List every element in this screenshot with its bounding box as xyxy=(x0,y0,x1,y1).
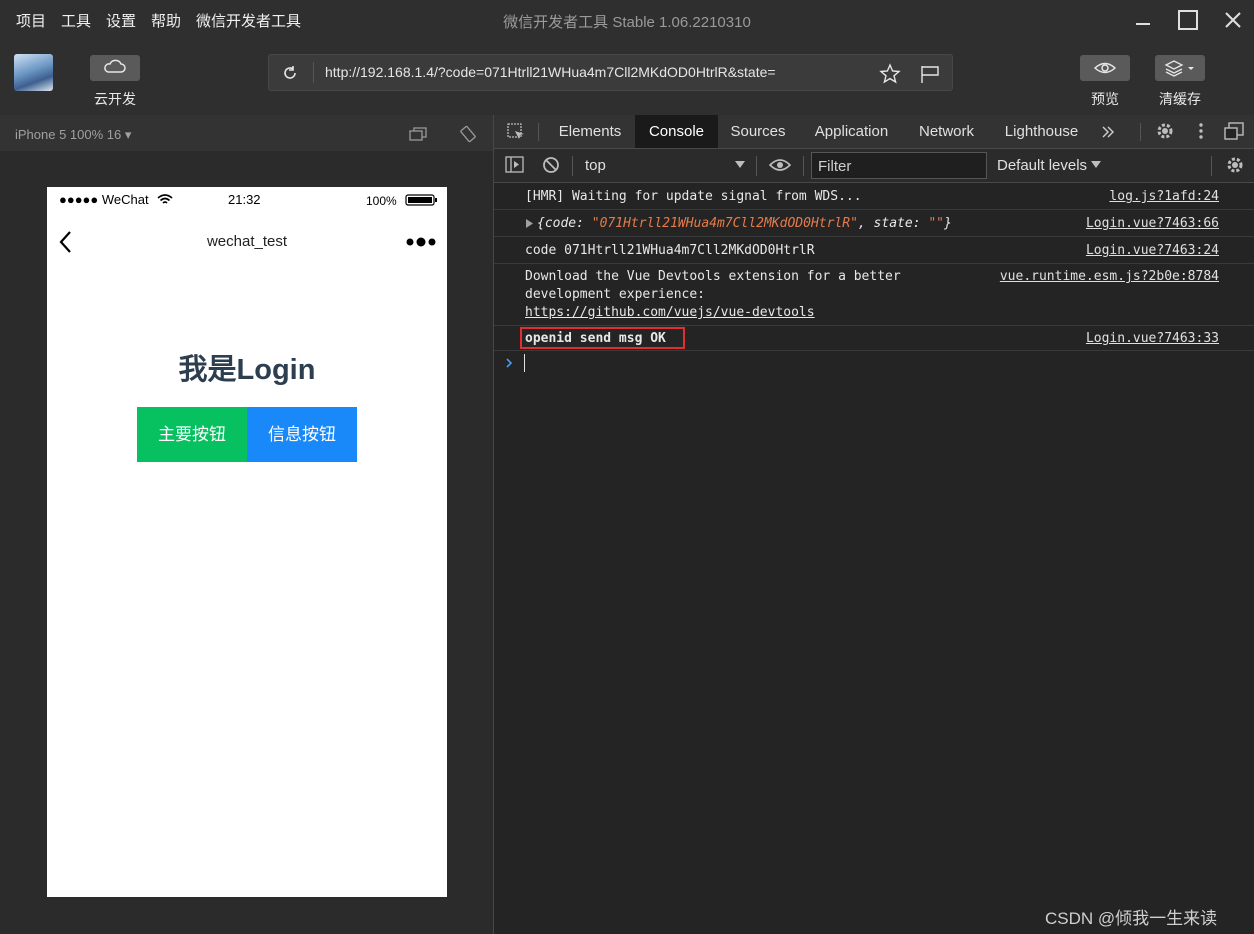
info-button[interactable]: 信息按钮 xyxy=(247,407,357,462)
console-row: [HMR] Waiting for update signal from WDS… xyxy=(494,183,1254,210)
object-value-state: "" xyxy=(928,216,945,231)
levels-dropdown-icon[interactable] xyxy=(1091,161,1101,169)
prompt-chevron-icon xyxy=(506,358,513,368)
rotate-icon[interactable] xyxy=(459,125,477,143)
preview-label: 预览 xyxy=(1091,91,1119,107)
console-message: development experience: xyxy=(525,287,706,302)
clear-cache-label: 清缓存 xyxy=(1159,91,1201,107)
console-message: [HMR] Waiting for update signal from WDS… xyxy=(525,189,862,204)
console-message: openid send msg OK xyxy=(525,331,666,346)
console-source-link[interactable]: vue.runtime.esm.js?2b0e:8784 xyxy=(1000,269,1219,284)
tab-elements[interactable]: Elements xyxy=(549,115,631,148)
cloud-dev-button[interactable] xyxy=(90,55,140,81)
object-key: {code: xyxy=(537,216,592,231)
console-prompt[interactable] xyxy=(494,351,1254,375)
inspect-icon[interactable] xyxy=(507,123,525,141)
devtools-panel: Elements Console Sources Application Net… xyxy=(494,115,1254,934)
cloud-dev-label: 云开发 xyxy=(94,91,136,107)
log-levels-dropdown[interactable]: Default levels xyxy=(997,157,1087,174)
console-row: {code: "071Htrll21WHua4m7Cll2MKdOD0HtrlR… xyxy=(494,210,1254,237)
minimize-icon[interactable] xyxy=(1129,6,1157,34)
cloud-icon xyxy=(104,59,126,73)
console-row: code 071Htrll21WHua4m7Cll2MKdOD0HtrlR Lo… xyxy=(494,237,1254,264)
tab-console[interactable]: Console xyxy=(635,115,718,148)
star-icon[interactable] xyxy=(879,63,901,85)
device-selector[interactable]: iPhone 5 100% 16 ▾ xyxy=(15,127,131,143)
tab-application[interactable]: Application xyxy=(804,115,899,148)
tab-sources[interactable]: Sources xyxy=(722,115,794,148)
window-title: 微信开发者工具 Stable 1.06.2210310 xyxy=(503,14,751,31)
text-cursor xyxy=(524,354,525,372)
console-object[interactable]: {code: "071Htrll21WHua4m7Cll2MKdOD0HtrlR… xyxy=(537,216,952,231)
console-message: code 071Htrll21WHua4m7Cll2MKdOD0HtrlR xyxy=(525,243,815,258)
watermark: CSDN @倾我一生来读 xyxy=(1045,909,1218,928)
page-heading: 我是Login xyxy=(178,354,316,386)
sidebar-toggle-icon[interactable] xyxy=(505,156,525,174)
filter-input[interactable]: Filter xyxy=(811,152,987,179)
flag-icon[interactable] xyxy=(919,63,941,85)
maximize-icon[interactable] xyxy=(1174,6,1202,34)
wifi-icon xyxy=(157,194,173,204)
status-battery-text: 100% xyxy=(366,194,397,208)
console-source-link[interactable]: Login.vue?7463:33 xyxy=(1086,331,1219,346)
simulator-toolbar: iPhone 5 100% 16 ▾ xyxy=(0,115,493,151)
user-avatar[interactable] xyxy=(14,54,53,91)
nav-title: wechat_test xyxy=(206,233,288,250)
phone-screen: ●●●●● WeChat 21:32 100% wechat_test 我是Lo… xyxy=(47,187,447,897)
console-message: Download the Vue Devtools extension for … xyxy=(525,269,901,284)
more-tabs-icon[interactable] xyxy=(1101,126,1115,138)
devtools-tabs: Elements Console Sources Application Net… xyxy=(494,115,1254,149)
filter-placeholder: Filter xyxy=(818,158,852,175)
console-source-link[interactable]: Login.vue?7463:66 xyxy=(1086,216,1219,231)
tab-lighthouse[interactable]: Lighthouse xyxy=(994,115,1089,148)
expand-arrow-icon[interactable] xyxy=(526,219,534,228)
console-row: Download the Vue Devtools extension for … xyxy=(494,264,1254,326)
vue-devtools-link[interactable]: https://github.com/vuejs/vue-devtools xyxy=(525,305,815,320)
object-brace: } xyxy=(944,216,952,231)
object-key: , state: xyxy=(857,216,929,231)
console-toolbar: top Filter Default levels xyxy=(494,149,1254,183)
console-row: openid send msg OK Login.vue?7463:33 xyxy=(494,326,1254,351)
refresh-icon[interactable] xyxy=(281,64,299,82)
more-icon[interactable] xyxy=(405,236,437,248)
url-bar[interactable]: http://192.168.1.4/?code=071Htrll21WHua4… xyxy=(268,54,953,91)
context-selector[interactable]: top xyxy=(585,157,606,174)
clear-console-icon[interactable] xyxy=(542,156,560,174)
dock-icon[interactable] xyxy=(1223,121,1245,141)
tab-network[interactable]: Network xyxy=(909,115,984,148)
console-source-link[interactable]: log.js?1afd:24 xyxy=(1109,189,1219,204)
status-carrier: ●●●●● WeChat xyxy=(59,192,149,207)
context-dropdown-icon[interactable] xyxy=(735,161,745,169)
toolbar: 云开发 http://192.168.1.4/?code=071Htrll21W… xyxy=(0,40,1254,115)
status-time: 21:32 xyxy=(228,192,261,207)
window-icon[interactable] xyxy=(408,126,428,142)
simulator-pane: iPhone 5 100% 16 ▾ ●●●●● WeChat 21:32 10… xyxy=(0,115,493,934)
battery-icon xyxy=(405,194,437,206)
object-value-code: "071Htrll21WHua4m7Cll2MKdOD0HtrlR" xyxy=(591,216,858,231)
eye-icon xyxy=(1093,62,1117,74)
menu-bar: 项目 工具 设置 帮助 微信开发者工具 微信开发者工具 Stable 1.06.… xyxy=(0,0,1254,40)
layers-icon xyxy=(1164,60,1194,77)
console-source-link[interactable]: Login.vue?7463:24 xyxy=(1086,243,1219,258)
live-expression-eye-icon[interactable] xyxy=(769,157,791,173)
kebab-menu-icon[interactable] xyxy=(1194,121,1208,141)
primary-button[interactable]: 主要按钮 xyxy=(137,407,247,462)
url-text[interactable]: http://192.168.1.4/?code=071Htrll21WHua4… xyxy=(325,64,776,80)
close-icon[interactable] xyxy=(1219,6,1247,34)
settings-gear-icon[interactable] xyxy=(1155,121,1175,141)
clear-cache-button[interactable] xyxy=(1155,55,1205,81)
console-settings-gear-icon[interactable] xyxy=(1225,155,1245,175)
preview-button[interactable] xyxy=(1080,55,1130,81)
console-messages: [HMR] Waiting for update signal from WDS… xyxy=(494,183,1254,375)
